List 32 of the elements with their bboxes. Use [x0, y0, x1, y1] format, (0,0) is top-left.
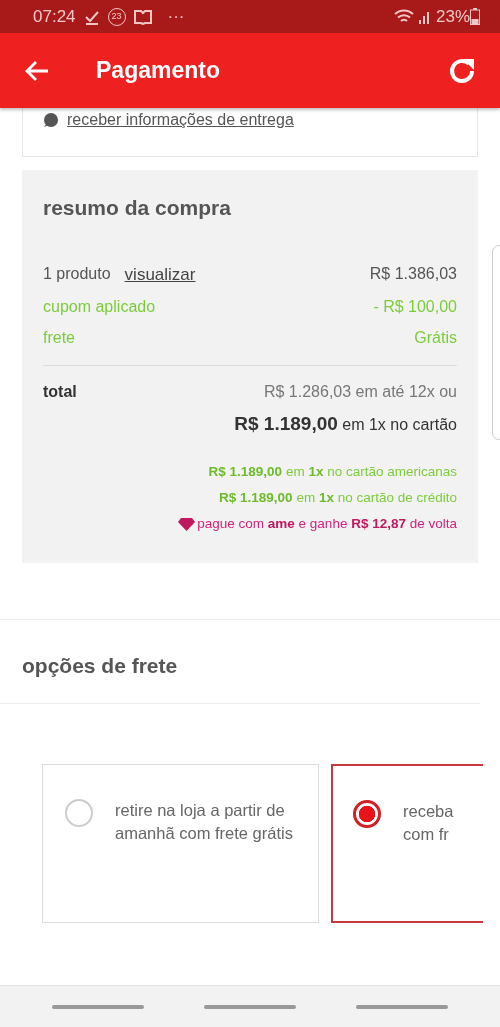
option-label: receba com fr — [403, 800, 455, 846]
nav-gesture-bar[interactable] — [356, 1004, 448, 1009]
summary-title: resumo da compra — [43, 195, 232, 221]
battery-icon — [470, 8, 480, 25]
total-label: total — [43, 382, 77, 402]
option-label: retire na loja a partir de amanhã com frete grátis — [115, 799, 294, 845]
book-icon — [133, 8, 152, 25]
gem-icon — [178, 517, 196, 531]
chat-bubble-icon — [43, 112, 59, 128]
shipping-option-card[interactable]: receba com fr — [331, 763, 483, 923]
view-link[interactable]: visualizar — [124, 257, 196, 291]
radio-button[interactable] — [353, 799, 381, 828]
summary-value: R$ 1.386,03 — [369, 264, 457, 285]
nav-gesture-bar[interactable] — [204, 1004, 296, 1009]
more-notifications: ··· — [167, 5, 185, 28]
installment-price: R$ 1.286,03 em até 12x ou — [262, 382, 457, 402]
summary-label: 1 produto — [43, 264, 111, 285]
summary-value: Grátis — [414, 327, 457, 348]
payment-offer-text: R$ 1.189,00 em 1x no cartão de crédito — [219, 488, 457, 507]
page-title: Pagamento — [96, 56, 220, 85]
payment-offer-text: pague com ame e ganhe R$ 12,87 de volta — [197, 515, 457, 534]
payment-offer-text: R$ 1.189,00 em 1x no cartão americanas — [208, 462, 457, 481]
back-arrow-icon[interactable] — [25, 59, 49, 82]
discount-label: frete — [43, 327, 75, 348]
shipping-option-card[interactable]: retire na loja a partir de amanhã com frete grátis — [42, 763, 319, 923]
summary-value: - R$ 100,00 — [373, 296, 457, 317]
nav-gesture-bar[interactable] — [52, 1004, 144, 1009]
single-payment-price: R$ 1.189,00 em 1x no cartão — [234, 412, 457, 436]
status-time: 07:24 — [33, 5, 76, 28]
section-title: opções de frete — [0, 620, 480, 704]
battery-percentage: 23% — [435, 5, 470, 28]
discount-label: cupom aplicado — [43, 296, 156, 317]
